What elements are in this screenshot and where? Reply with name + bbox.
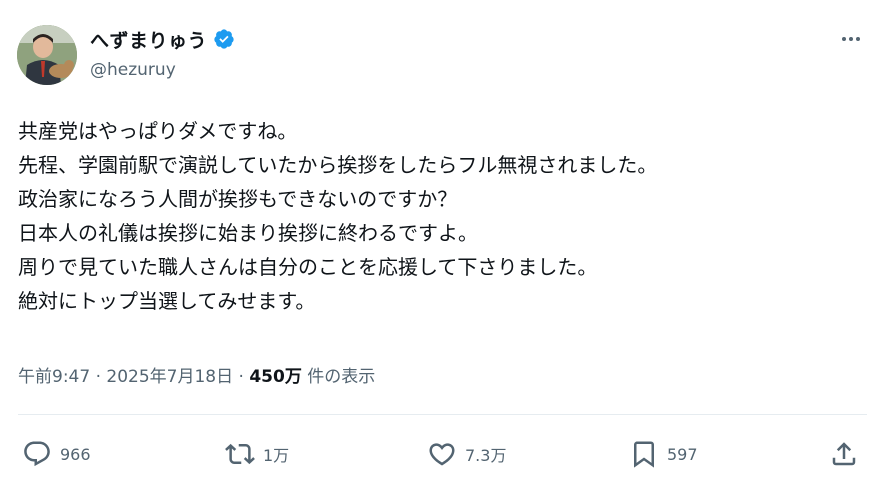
post-line: 絶対にトップ当選してみせます。: [18, 289, 316, 313]
divider: [18, 414, 867, 415]
like-count: 7.3万: [465, 446, 507, 465]
post-time[interactable]: 午前9:47: [18, 367, 90, 387]
avatar[interactable]: [17, 25, 77, 85]
post-line: 周りで見ていた職人さんは自分のことを応援して下さりました。: [18, 255, 598, 279]
like-button[interactable]: 7.3万: [427, 436, 506, 472]
share-icon: [832, 442, 856, 466]
share-button[interactable]: [829, 436, 859, 472]
more-options-icon[interactable]: [838, 28, 864, 50]
author-display-name[interactable]: へずまりゅう: [90, 26, 207, 53]
bookmark-button[interactable]: 597: [629, 436, 698, 472]
post-meta: 午前9:47 · 2025年7月18日 · 450万 件の表示: [18, 362, 375, 387]
view-count-label: 件の表示: [307, 367, 376, 387]
verified-badge-icon[interactable]: [213, 28, 235, 50]
repost-count: 1万: [263, 446, 290, 465]
repost-icon: [225, 443, 255, 465]
reply-icon: [24, 441, 50, 467]
post-body: 共産党はやっぱりダメですね。 先程、学園前駅で演説していたから挨拶をしたらフル無…: [18, 114, 878, 318]
author-handle[interactable]: @hezuruy: [90, 60, 176, 80]
reply-button[interactable]: 966: [22, 436, 91, 472]
reply-count: 966: [60, 444, 91, 464]
post-line: 日本人の礼儀は挨拶に始まり挨拶に終わるですよ。: [18, 221, 478, 245]
view-count: 450万: [249, 367, 302, 387]
repost-button[interactable]: 1万: [225, 436, 289, 472]
post-line: 政治家になろう人間が挨拶もできないのですか？: [18, 187, 458, 211]
bookmark-icon: [634, 441, 654, 468]
heart-icon: [429, 443, 455, 466]
post-line: 共産党はやっぱりダメですね。: [18, 119, 298, 143]
post-date[interactable]: 2025年7月18日: [106, 367, 233, 387]
meta-separator: ·: [238, 367, 244, 387]
post-line: 先程、学園前駅で演説していたから挨拶をしたらフル無視されました。: [18, 153, 658, 177]
bookmark-count: 597: [667, 444, 698, 464]
meta-separator: ·: [95, 367, 101, 387]
